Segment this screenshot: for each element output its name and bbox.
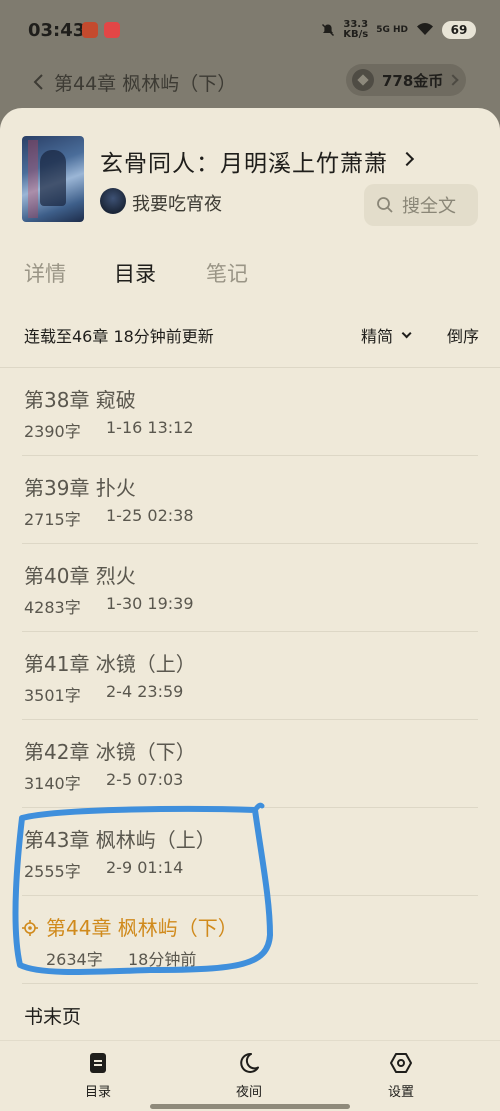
- book-end-page-item[interactable]: 书末页: [0, 984, 500, 1048]
- coin-icon: [352, 69, 374, 91]
- chapter-date: 2-4 23:59: [106, 682, 184, 701]
- nav-settings-button[interactable]: 设置: [361, 1051, 441, 1100]
- author-avatar[interactable]: [100, 188, 126, 214]
- chapter-word-count: 2634字: [46, 950, 103, 969]
- chapter-word-count: 2555字: [24, 862, 81, 881]
- chapter-date: 1-16 13:12: [106, 418, 194, 437]
- status-indicators: 33.3 KB/s 5G HD 69: [321, 18, 476, 42]
- toc-sheet: 玄骨同人：月明溪上竹萧萧 我要吃宵夜 搜全文 详情 目录 笔记 连载至46章 1…: [0, 108, 500, 1111]
- book-cover[interactable]: [22, 136, 84, 222]
- chevron-right-icon[interactable]: [399, 151, 415, 167]
- chevron-down-icon: [401, 327, 412, 338]
- simplified-label: 精简: [361, 327, 394, 346]
- chevron-right-icon: [447, 74, 459, 86]
- status-bar: 03:43 33.3 KB/s 5G HD 69: [0, 0, 500, 60]
- chapter-item[interactable]: 第40章 烈火 4283字 1-30 19:39: [0, 544, 500, 632]
- app-notification-icon-2: [104, 22, 120, 38]
- tab-details[interactable]: 详情: [24, 258, 66, 288]
- search-icon: [377, 197, 393, 213]
- chapter-item[interactable]: 第38章 窥破 2390字 1-16 13:12: [0, 368, 500, 456]
- nav-toc-label: 目录: [84, 1085, 111, 1100]
- net-speed: 33.3 KB/s: [343, 20, 368, 40]
- book-title[interactable]: 玄骨同人：月明溪上竹萧萧: [100, 144, 388, 178]
- book-end-page-label: 书末页: [24, 1006, 82, 1028]
- chapter-title: 第39章 扑火: [24, 476, 136, 500]
- chapter-title: 第41章 冰镜（上）: [24, 652, 196, 676]
- chapter-word-count: 4283字: [24, 598, 81, 617]
- bottom-nav: 目录 夜间 设置: [0, 1040, 500, 1111]
- chapter-title: 第44章 枫林屿（下）: [46, 916, 238, 940]
- chapter-item-current[interactable]: 第44章 枫林屿（下） 2634字 18分钟前: [0, 896, 500, 984]
- chapter-item[interactable]: 第41章 冰镜（上） 3501字 2-4 23:59: [0, 632, 500, 720]
- chapter-title: 第40章 烈火: [24, 564, 136, 588]
- chapter-word-count: 3140字: [24, 774, 81, 793]
- status-time: 03:43: [28, 20, 86, 41]
- reader-chapter-title: 第44章 枫林屿（下）: [54, 73, 237, 95]
- chapter-date: 2-9 01:14: [106, 858, 184, 877]
- settings-icon: [390, 1053, 412, 1073]
- coin-balance-button[interactable]: 778金币: [346, 64, 466, 96]
- tab-toc[interactable]: 目录: [114, 258, 156, 288]
- chapter-list: 第38章 窥破 2390字 1-16 13:12 第39章 扑火 2715字 1…: [0, 368, 500, 1048]
- chapter-word-count: 2715字: [24, 510, 81, 529]
- chapter-item[interactable]: 第43章 枫林屿（上） 2555字 2-9 01:14: [0, 808, 500, 896]
- moon-icon: [240, 1052, 259, 1073]
- net-speed-unit: KB/s: [343, 29, 369, 40]
- chapter-item[interactable]: 第42章 冰镜（下） 3140字 2-5 07:03: [0, 720, 500, 808]
- chapter-title: 第43章 枫林屿（上）: [24, 828, 216, 852]
- chapter-date: 2-5 07:03: [106, 770, 184, 789]
- sheet-tabs: 详情 目录 笔记: [0, 258, 500, 298]
- search-fulltext-button[interactable]: 搜全文: [364, 184, 478, 226]
- chapter-word-count: 3501字: [24, 686, 81, 705]
- nav-settings-label: 设置: [387, 1085, 414, 1100]
- simplified-toggle[interactable]: 精简: [361, 323, 412, 347]
- nav-toc-button[interactable]: 目录: [58, 1051, 138, 1100]
- reader-header: 第44章 枫林屿（下） 778金币: [0, 60, 500, 110]
- nav-night-button[interactable]: 夜间: [209, 1051, 289, 1100]
- app-notification-icon: [82, 22, 98, 38]
- back-chevron-icon[interactable]: [32, 72, 46, 92]
- toc-toolbar: 连载至46章 18分钟前更新 精简 倒序: [0, 323, 500, 347]
- reverse-order-button[interactable]: 倒序: [447, 323, 479, 347]
- bell-off-icon: [321, 23, 335, 37]
- toc-icon: [90, 1053, 106, 1073]
- chapter-date: 1-25 02:38: [106, 506, 194, 525]
- home-indicator: [150, 1104, 350, 1109]
- nav-night-label: 夜间: [235, 1085, 262, 1100]
- chapter-title: 第42章 冰镜（下）: [24, 740, 196, 764]
- search-label: 搜全文: [402, 196, 456, 217]
- author-name[interactable]: 我要吃宵夜: [132, 190, 222, 216]
- signal-indicator: 5G HD: [376, 25, 408, 35]
- locate-icon: [22, 920, 38, 936]
- battery-indicator: 69: [442, 21, 476, 39]
- chapter-word-count: 2390字: [24, 422, 81, 441]
- chapter-title: 第38章 窥破: [24, 388, 136, 412]
- chapter-item[interactable]: 第39章 扑火 2715字 1-25 02:38: [0, 456, 500, 544]
- coin-balance: 778金币: [382, 71, 444, 90]
- wifi-icon: [416, 22, 434, 39]
- chapter-date: 18分钟前: [128, 950, 197, 969]
- update-status: 连载至46章 18分钟前更新: [24, 327, 214, 346]
- chapter-date: 1-30 19:39: [106, 594, 194, 613]
- tab-notes[interactable]: 笔记: [206, 258, 248, 288]
